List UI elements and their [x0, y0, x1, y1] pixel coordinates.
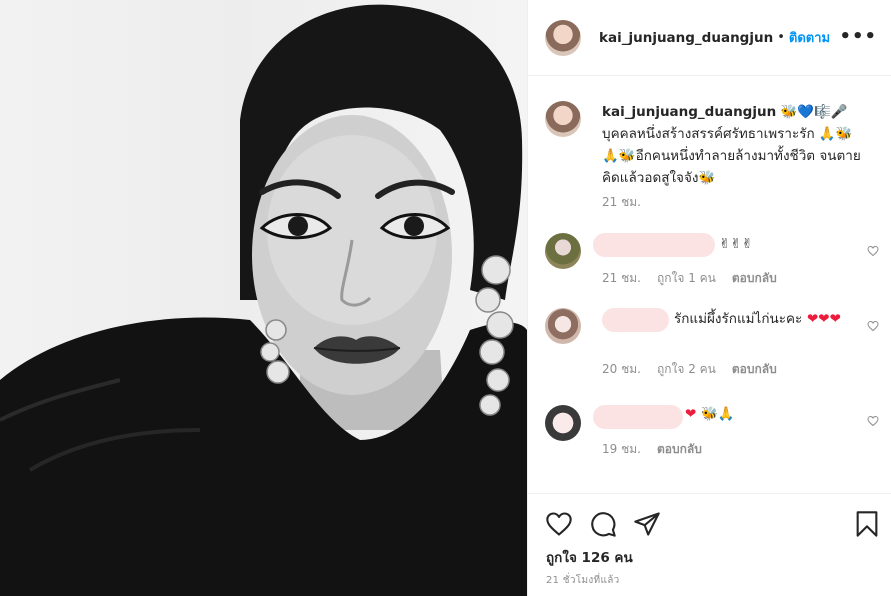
- redacted-username: [593, 233, 715, 257]
- post-actions: ถูกใจ 126 คน 21 ชั่วโมงที่แล้ว: [528, 493, 891, 596]
- redacted-username: [602, 308, 669, 332]
- comments-section[interactable]: kai_junjuang_duangjun 🐝💙🎼🎤 บุคคลหนึ่งสร้า…: [528, 77, 891, 492]
- portrait-image: [0, 4, 527, 596]
- caption-avatar[interactable]: [545, 101, 581, 137]
- comment-hearts: ❤: [685, 406, 697, 422]
- comment-hearts: ❤❤❤: [807, 311, 841, 327]
- caption-username[interactable]: kai_junjuang_duangjun: [602, 104, 776, 120]
- caption-text-2: อีกคนหนึ่งทำลายล้างมาทั้งชีวิต จนตาย คิด…: [602, 148, 861, 186]
- commenter-avatar[interactable]: [545, 308, 581, 344]
- heart-icon[interactable]: [545, 510, 573, 538]
- author-avatar[interactable]: [545, 19, 581, 56]
- caption-time[interactable]: 21 ชม.: [602, 193, 641, 212]
- reply-button[interactable]: ตอบกลับ: [732, 271, 777, 285]
- comment-text: ✌✌✌: [719, 236, 753, 252]
- commenter-avatar[interactable]: [545, 233, 581, 269]
- comment-meta: 20 ชม. ถูกใจ 2 คน ตอบกลับ: [602, 360, 793, 379]
- caption-text: kai_junjuang_duangjun 🐝💙🎼🎤 บุคคลหนึ่งสร้า…: [602, 101, 862, 189]
- more-options-icon[interactable]: •••: [839, 26, 877, 47]
- follow-button[interactable]: ติดตาม: [789, 27, 830, 48]
- comment-likes[interactable]: ถูกใจ 2 คน: [657, 362, 716, 376]
- comment-icon[interactable]: [589, 510, 617, 538]
- post-header: kai_junjuang_duangjun • ติดตาม •••: [528, 0, 891, 76]
- header-separator: •: [777, 30, 785, 45]
- author-username[interactable]: kai_junjuang_duangjun: [599, 30, 773, 46]
- commenter-avatar[interactable]: [545, 405, 581, 441]
- comment-like-icon[interactable]: [867, 415, 879, 427]
- post-photo: [0, 0, 527, 596]
- comment-likes[interactable]: ถูกใจ 1 คน: [657, 271, 716, 285]
- redacted-username: [593, 405, 683, 429]
- comment-time[interactable]: 20 ชม.: [602, 362, 641, 376]
- comment-like-icon[interactable]: [867, 245, 879, 257]
- post-timestamp[interactable]: 21 ชั่วโมงที่แล้ว: [546, 573, 620, 588]
- post-sidebar: kai_junjuang_duangjun • ติดตาม ••• kai_j…: [527, 0, 891, 596]
- caption-text-1: บุคคลหนึ่งสร้างสรรค์ศรัทธาเพราะรัก: [602, 126, 819, 142]
- comment-time[interactable]: 21 ชม.: [602, 271, 641, 285]
- comment-time[interactable]: 19 ชม.: [602, 442, 641, 456]
- comment-text: รักแม่ผึ้งรักแม่ไก่นะคะ: [674, 311, 803, 327]
- reply-button[interactable]: ตอบกลับ: [732, 362, 777, 376]
- reply-button[interactable]: ตอบกลับ: [657, 442, 702, 456]
- comment-meta: 21 ชม. ถูกใจ 1 คน ตอบกลับ: [602, 269, 793, 288]
- caption-emoji-prefix: 🐝💙🎼🎤: [780, 104, 848, 120]
- bookmark-icon[interactable]: [853, 510, 881, 538]
- comment-meta: 19 ชม. ตอบกลับ: [602, 440, 718, 459]
- comment-like-icon[interactable]: [867, 320, 879, 332]
- like-count[interactable]: ถูกใจ 126 คน: [546, 546, 633, 568]
- comment-emoji: 🐝🙏: [701, 406, 735, 422]
- caption-emoji-2: 🐝: [698, 170, 716, 186]
- share-icon[interactable]: [633, 510, 661, 538]
